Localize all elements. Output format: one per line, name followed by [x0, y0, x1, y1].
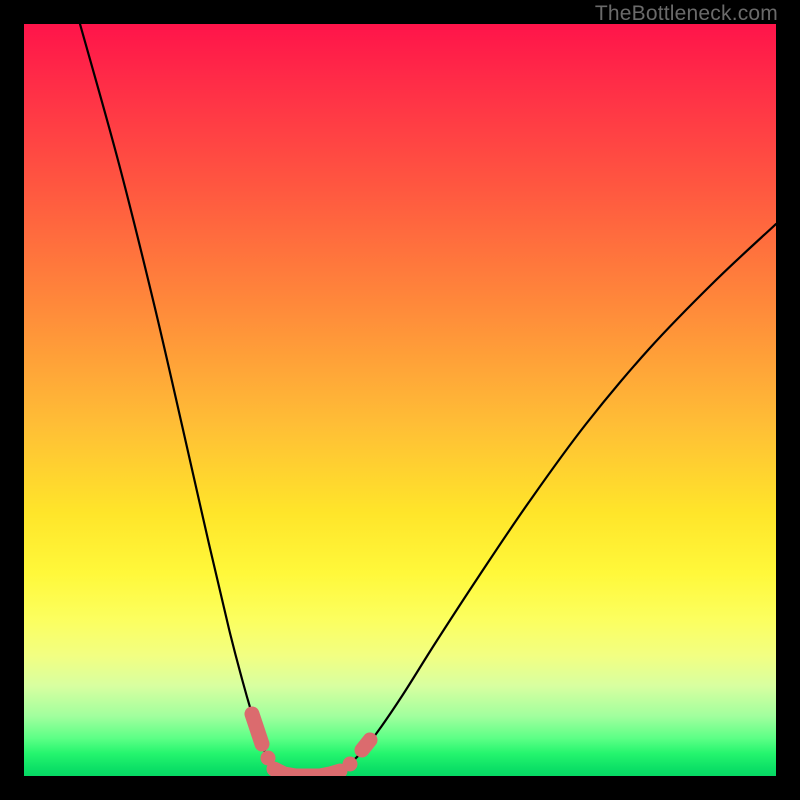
curve-layer: [80, 24, 776, 776]
left-curve: [80, 24, 292, 776]
right-curve: [326, 224, 776, 776]
watermark-text: TheBottleneck.com: [595, 2, 778, 26]
bottom-band: [274, 769, 340, 776]
right-marker-1: [343, 757, 358, 772]
plot-area: [24, 24, 776, 776]
chart-frame: TheBottleneck.com: [0, 0, 800, 800]
curve-overlay: [24, 24, 776, 776]
left-marker-1: [252, 714, 262, 744]
right-marker-2: [362, 740, 370, 750]
marker-layer: [252, 714, 370, 776]
